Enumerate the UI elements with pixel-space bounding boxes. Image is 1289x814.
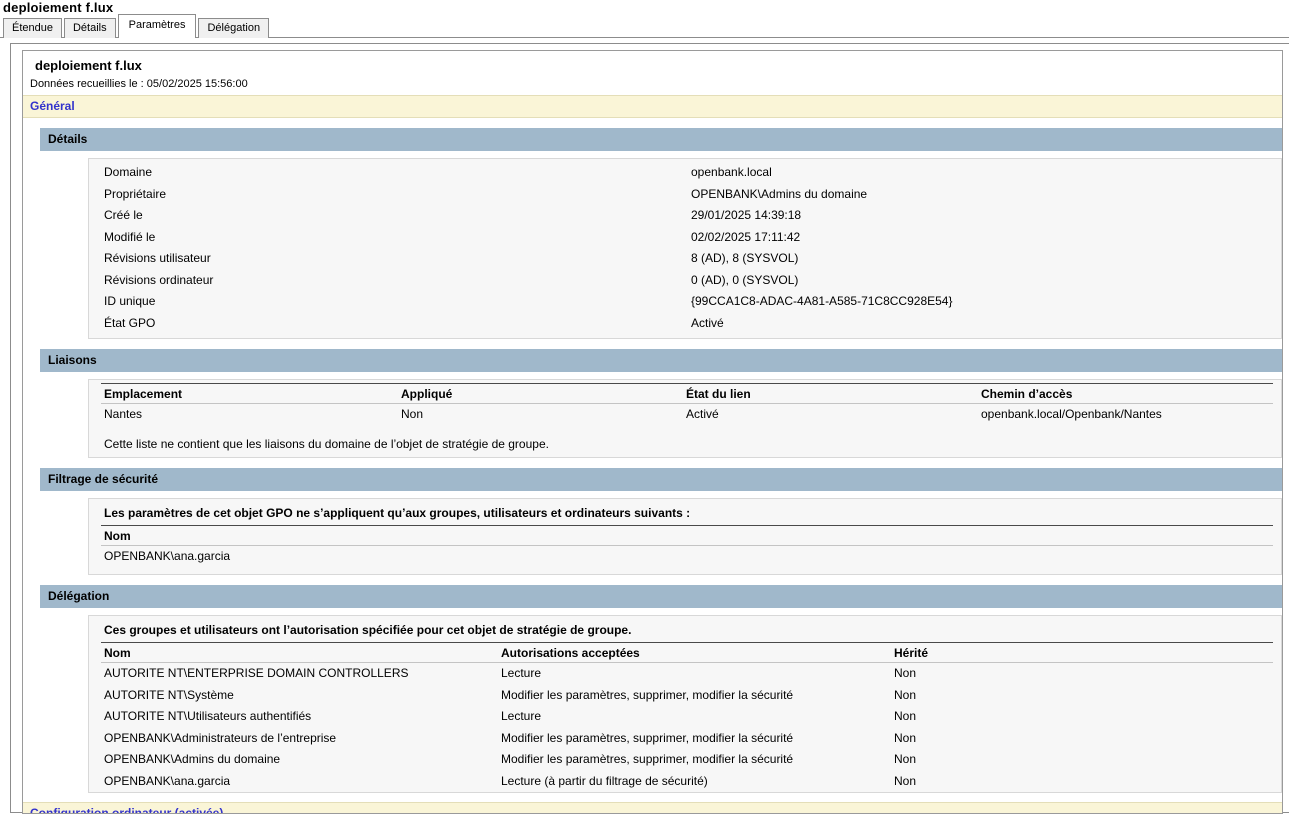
table-row: Nantes Non Activé openbank.local/Openban… [101,404,1273,426]
section-liaisons: Liaisons Emplacement Appliqué État du li… [23,349,1282,458]
gpo-report: deploiement f.lux Données recueillies le… [22,50,1283,814]
filtrage-table-header: Nom [101,525,1273,546]
delegation-autorisations: Lecture [498,706,891,728]
general-section-link[interactable]: Général [23,95,1282,118]
detail-value: 0 (AD), 0 (SYSVOL) [691,270,1281,292]
report-title: deploiement f.lux [35,58,1282,73]
filtrage-nom: OPENBANK\ana.garcia [101,546,1273,568]
detail-value: 29/01/2025 14:39:18 [691,205,1281,227]
table-row: OPENBANK\ana.garcia Lecture (à partir du… [101,771,1273,793]
column-header: Chemin d’accès [978,384,1273,403]
detail-value: openbank.local [691,162,1281,184]
section-liaisons-body: Emplacement Appliqué État du lien Chemin… [88,379,1282,458]
table-row: AUTORITE NT\Système Modifier les paramèt… [101,685,1273,707]
window-title: deploiement f.lux [3,0,113,15]
liaison-applique: Non [398,404,683,426]
column-header: Nom [101,526,1273,545]
detail-row-domaine: Domaine openbank.local [89,162,1281,184]
delegation-autorisations: Modifier les paramètres, supprimer, modi… [498,685,891,707]
delegation-herite: Non [891,685,1273,707]
column-header: Emplacement [101,384,398,403]
column-header: Nom [101,643,498,662]
delegation-autorisations: Lecture (à partir du filtrage de sécurit… [498,771,891,793]
detail-value: 8 (AD), 8 (SYSVOL) [691,248,1281,270]
tab-strip: Étendue Détails Paramètres Délégation [0,14,1289,38]
detail-label: ID unique [89,291,691,313]
section-details-header[interactable]: Détails [40,128,1282,151]
table-row: OPENBANK\Administrateurs de l’entreprise… [101,728,1273,750]
column-header: État du lien [683,384,978,403]
delegation-nom: OPENBANK\Administrateurs de l’entreprise [101,728,498,750]
tab-delegation[interactable]: Délégation [198,18,269,38]
delegation-autorisations: Modifier les paramètres, supprimer, modi… [498,728,891,750]
delegation-autorisations: Modifier les paramètres, supprimer, modi… [498,749,891,771]
section-details-body: Domaine openbank.local Propriétaire OPEN… [88,158,1282,339]
delegation-nom: AUTORITE NT\ENTERPRISE DOMAIN CONTROLLER… [101,663,498,685]
detail-value: 02/02/2025 17:11:42 [691,227,1281,249]
delegation-herite: Non [891,749,1273,771]
section-filtrage-header[interactable]: Filtrage de sécurité [40,468,1282,491]
filtrage-intro: Les paramètres de cet objet GPO ne s’app… [89,499,1281,525]
detail-label: Révisions utilisateur [89,248,691,270]
detail-value: {99CCA1C8-ADAC-4A81-A585-71C8CC928E54} [691,291,1281,313]
detail-label: Propriétaire [89,184,691,206]
column-header: Hérité [891,643,1273,662]
tab-parametres[interactable]: Paramètres [118,14,197,38]
report-collected-date: Données recueillies le : 05/02/2025 15:5… [30,78,1282,90]
delegation-herite: Non [891,663,1273,685]
liaisons-note: Cette liste ne contient que les liaisons… [89,426,1281,457]
column-header: Appliqué [398,384,683,403]
detail-label: État GPO [89,313,691,335]
delegation-nom: AUTORITE NT\Utilisateurs authentifiés [101,706,498,728]
detail-row-revisions-ordinateur: Révisions ordinateur 0 (AD), 0 (SYSVOL) [89,270,1281,292]
section-filtrage: Filtrage de sécurité Les paramètres de c… [23,468,1282,576]
liaison-emplacement: Nantes [101,404,398,426]
detail-row-cree-le: Créé le 29/01/2025 14:39:18 [89,205,1281,227]
detail-row-proprietaire: Propriétaire OPENBANK\Admins du domaine [89,184,1281,206]
delegation-intro: Ces groupes et utilisateurs ont l’autori… [89,616,1281,642]
tab-etendue[interactable]: Étendue [3,18,62,38]
delegation-nom: OPENBANK\Admins du domaine [101,749,498,771]
section-delegation-header[interactable]: Délégation [40,585,1282,608]
detail-label: Révisions ordinateur [89,270,691,292]
delegation-nom: OPENBANK\ana.garcia [101,771,498,793]
table-row: AUTORITE NT\ENTERPRISE DOMAIN CONTROLLER… [101,663,1273,685]
tab-details[interactable]: Détails [64,18,116,38]
table-row: OPENBANK\Admins du domaine Modifier les … [101,749,1273,771]
detail-label: Créé le [89,205,691,227]
configuration-ordinateur-link[interactable]: Configuration ordinateur (activée) [23,802,1282,814]
delegation-table: Nom Autorisations acceptées Hérité AUTOR… [101,642,1273,792]
delegation-table-header: Nom Autorisations acceptées Hérité [101,642,1273,663]
liaisons-table-header: Emplacement Appliqué État du lien Chemin… [101,383,1273,404]
detail-row-modifie-le: Modifié le 02/02/2025 17:11:42 [89,227,1281,249]
delegation-herite: Non [891,706,1273,728]
section-details: Détails Domaine openbank.local Propriéta… [23,128,1282,339]
section-delegation: Délégation Ces groupes et utilisateurs o… [23,585,1282,793]
delegation-autorisations: Lecture [498,663,891,685]
table-row: AUTORITE NT\Utilisateurs authentifiés Le… [101,706,1273,728]
detail-value: OPENBANK\Admins du domaine [691,184,1281,206]
section-filtrage-body: Les paramètres de cet objet GPO ne s’app… [88,498,1282,576]
section-delegation-body: Ces groupes et utilisateurs ont l’autori… [88,615,1282,793]
detail-row-etat-gpo: État GPO Activé [89,313,1281,335]
filtrage-table: Nom OPENBANK\ana.garcia [101,525,1273,568]
detail-label: Modifié le [89,227,691,249]
liaison-chemin: openbank.local/Openbank/Nantes [978,404,1273,426]
detail-label: Domaine [89,162,691,184]
detail-value: Activé [691,313,1281,335]
delegation-nom: AUTORITE NT\Système [101,685,498,707]
table-row: OPENBANK\ana.garcia [101,546,1273,568]
detail-row-id-unique: ID unique {99CCA1C8-ADAC-4A81-A585-71C8C… [89,291,1281,313]
delegation-herite: Non [891,728,1273,750]
delegation-herite: Non [891,771,1273,793]
liaison-etat: Activé [683,404,978,426]
column-header: Autorisations acceptées [498,643,891,662]
liaisons-table: Emplacement Appliqué État du lien Chemin… [101,383,1273,426]
section-liaisons-header[interactable]: Liaisons [40,349,1282,372]
detail-row-revisions-utilisateur: Révisions utilisateur 8 (AD), 8 (SYSVOL) [89,248,1281,270]
